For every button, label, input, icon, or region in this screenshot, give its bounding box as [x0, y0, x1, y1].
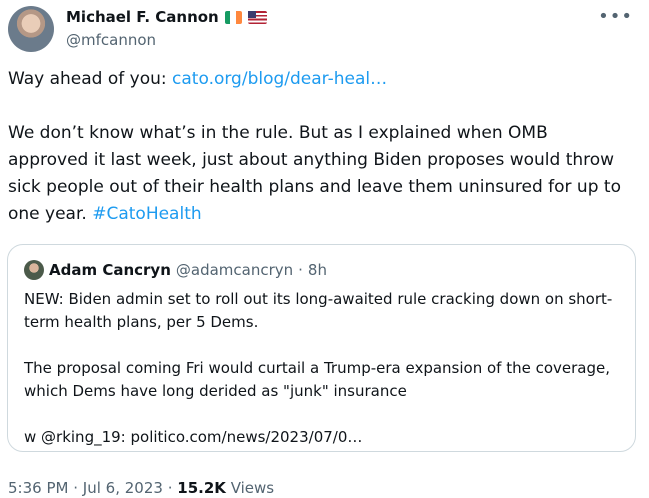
author-avatar[interactable]: [8, 6, 54, 52]
tweet-intro: Way ahead of you:: [8, 69, 173, 89]
meta-separator: ·: [167, 479, 173, 497]
hashtag-link[interactable]: #CatoHealth: [92, 204, 201, 224]
quote-timestamp: 8h: [307, 261, 327, 279]
views-label: Views: [230, 479, 275, 497]
meta-separator: ·: [73, 479, 79, 497]
author-handle[interactable]: @mfcannon: [66, 30, 267, 50]
quote-author-handle: @adamcancryn: [175, 261, 294, 279]
quote-author-avatar: [24, 260, 44, 280]
author-display-name[interactable]: Michael F. Cannon: [66, 7, 219, 27]
author-names: Michael F. Cannon @mfcannon: [66, 6, 267, 50]
quote-header: Adam Cancryn @adamcancryn · 8h: [24, 260, 327, 280]
quote-text: NEW: Biden admin set to roll out its lon…: [24, 290, 613, 446]
quoted-tweet[interactable]: Adam Cancryn @adamcancryn · 8h NEW: Bide…: [7, 244, 636, 452]
tweet-meta: 5:36 PM · Jul 6, 2023 · 15.2K Views: [8, 478, 274, 498]
tweet-date[interactable]: Jul 6, 2023: [83, 479, 163, 497]
display-name-row: Michael F. Cannon: [66, 6, 267, 28]
more-options-icon[interactable]: •••: [598, 8, 633, 26]
quote-separator: ·: [298, 261, 303, 279]
tweet-link[interactable]: cato.org/blog/dear-heal…: [172, 69, 387, 89]
tweet-time[interactable]: 5:36 PM: [8, 479, 68, 497]
views-count[interactable]: 15.2K: [177, 479, 226, 497]
us-flag-icon: [247, 10, 267, 24]
tweet-text: Way ahead of you: cato.org/blog/dear-hea…: [8, 66, 633, 228]
tweet-header: Michael F. Cannon @mfcannon •••: [8, 2, 641, 54]
tweet-card: Michael F. Cannon @mfcannon ••• Way ahea…: [0, 0, 649, 498]
ireland-flag-icon: [224, 10, 242, 24]
quote-author-name: Adam Cancryn: [49, 261, 171, 279]
